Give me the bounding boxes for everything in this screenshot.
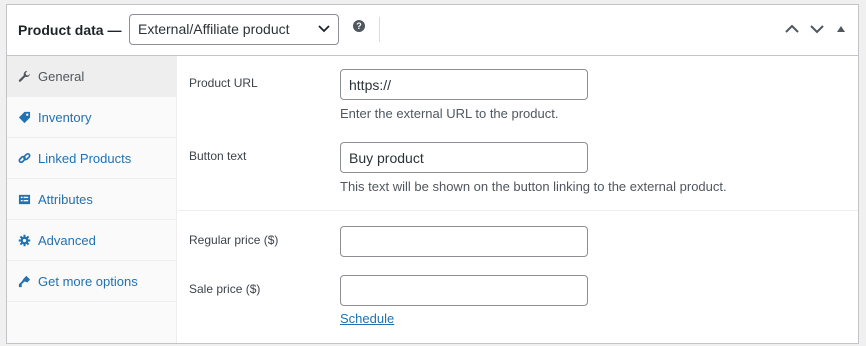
tab-general[interactable]: General [7,56,176,97]
product-data-panel: Product data — External/Affiliate produc… [6,4,859,344]
schedule-link[interactable]: Schedule [340,311,394,326]
regular-price-label: Regular price ($) [189,233,279,247]
tab-linked-products[interactable]: Linked Products [7,138,176,179]
product-type-select[interactable]: External/Affiliate product [129,14,339,45]
product-url-input[interactable] [340,69,588,100]
list-icon [18,194,31,205]
tab-label: Linked Products [38,151,132,166]
tab-label: General [38,69,85,84]
panel-header: Product data — External/Affiliate produc… [7,5,858,56]
sale-price-input[interactable] [340,275,588,306]
gear-icon [18,234,31,247]
external-product-section: Product URL Enter the external URL to th… [178,56,858,211]
tab-get-more-options[interactable]: Get more options [7,261,176,302]
panel-title: Product data — [18,22,122,38]
product-data-tabs: General Inventory Linked Products Attrib… [7,56,177,343]
tab-attributes[interactable]: Attributes [7,179,176,220]
button-text-description: This text will be shown on the button li… [340,179,727,194]
chevron-down-icon [318,25,330,33]
wrench-icon [18,70,30,82]
toggle-panel-icon[interactable] [835,22,847,36]
regular-price-input[interactable] [340,226,588,257]
link-icon [18,152,31,164]
product-url-description: Enter the external URL to the product. [340,106,559,121]
button-text-input[interactable] [340,142,588,173]
product-url-label: Product URL [189,76,258,90]
product-type-value: External/Affiliate product [138,21,290,37]
move-down-icon[interactable] [809,22,825,36]
tag-icon [18,111,31,124]
move-up-icon[interactable] [784,22,800,36]
header-divider [379,17,380,42]
tab-label: Inventory [38,110,92,125]
tab-label: Attributes [38,192,93,207]
help-icon[interactable]: ? [353,20,365,32]
button-text-label: Button text [189,149,247,163]
sale-price-label: Sale price ($) [189,282,261,296]
general-panel: Product URL Enter the external URL to th… [178,56,858,343]
tab-label: Get more options [38,274,138,289]
tab-advanced[interactable]: Advanced [7,220,176,261]
plugin-icon [18,275,31,288]
tab-inventory[interactable]: Inventory [7,97,176,138]
tab-label: Advanced [38,233,96,248]
